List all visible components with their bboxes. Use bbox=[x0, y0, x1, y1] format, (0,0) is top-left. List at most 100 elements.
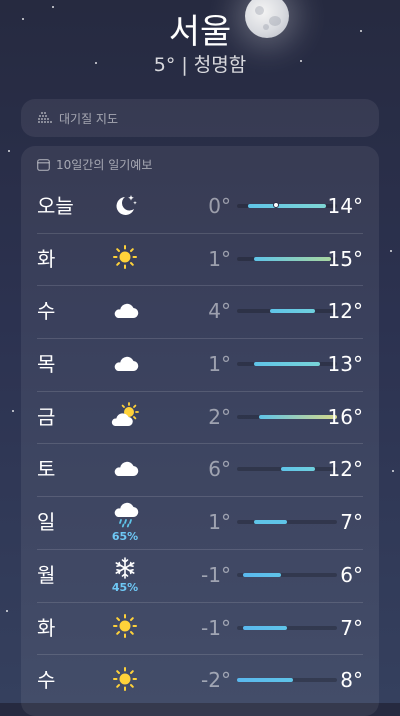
temp-range-bar bbox=[237, 309, 337, 314]
forecast-header: 10일간의 일기예보 bbox=[37, 156, 152, 173]
star bbox=[12, 410, 14, 412]
low-temp: 1° bbox=[208, 352, 231, 377]
temp-range-bar bbox=[237, 678, 337, 683]
weather-icon-slot bbox=[107, 181, 143, 232]
forecast-row[interactable]: 목 1° 13° bbox=[37, 338, 363, 391]
precipitation-chance: 65% bbox=[111, 530, 139, 544]
high-temp: 14° bbox=[327, 194, 363, 218]
cloud-icon bbox=[111, 353, 139, 377]
day-label: 일 bbox=[37, 510, 56, 535]
temp-range-bar bbox=[237, 414, 337, 419]
temp-range-fill bbox=[237, 678, 293, 683]
forecast-row[interactable]: 금 2° 16° bbox=[37, 390, 363, 444]
low-temp: -2° bbox=[201, 668, 231, 693]
star bbox=[8, 150, 10, 152]
high-temp: 7° bbox=[340, 510, 363, 535]
forecast-row[interactable]: 수 -2° 8° bbox=[37, 654, 363, 707]
precipitation-chance: 45% bbox=[111, 580, 139, 594]
calendar-icon bbox=[37, 158, 50, 171]
forecast-title: 10일간의 일기예보 bbox=[56, 158, 153, 172]
ten-day-forecast-card[interactable]: 10일간의 일기예보 오늘 0° 14° 화 1° 15° 수 4° 12° 목 1° 13° 금 2° 1… bbox=[21, 146, 379, 716]
temp-range-fill bbox=[281, 467, 315, 472]
weather-icon-slot bbox=[107, 444, 143, 495]
forecast-row[interactable]: 일 65% 1° 7° bbox=[37, 496, 363, 549]
star bbox=[6, 610, 8, 612]
temp-range-bar bbox=[237, 362, 337, 367]
weather-icon-slot: 45% bbox=[107, 550, 143, 601]
temp-range-bar bbox=[237, 625, 337, 630]
temp-range-fill bbox=[248, 204, 326, 208]
weather-icon-slot bbox=[107, 339, 143, 390]
star bbox=[392, 470, 394, 472]
cloud-icon bbox=[111, 458, 139, 482]
high-temp: 6° bbox=[340, 562, 363, 587]
low-temp: 2° bbox=[208, 404, 231, 429]
low-temp: 4° bbox=[208, 299, 231, 324]
day-label: 수 bbox=[37, 299, 56, 324]
star bbox=[52, 6, 54, 8]
low-temp: -1° bbox=[201, 615, 231, 640]
weather-icon-slot bbox=[107, 286, 143, 337]
high-temp: 12° bbox=[327, 299, 363, 324]
day-label: 목 bbox=[37, 352, 56, 377]
day-label: 토 bbox=[37, 457, 56, 482]
forecast-row[interactable]: 화 1° 15° bbox=[37, 232, 363, 286]
temp-range-fill bbox=[270, 309, 315, 314]
temp-range-fill bbox=[253, 256, 332, 261]
temp-range-fill bbox=[242, 625, 287, 630]
sun-icon bbox=[112, 613, 138, 643]
star bbox=[390, 250, 392, 252]
temp-range-fill bbox=[253, 520, 287, 525]
cloud-rain-icon bbox=[111, 502, 139, 532]
forecast-row[interactable]: 화 -1° 7° bbox=[37, 601, 363, 655]
moon-stars-icon bbox=[112, 193, 138, 221]
temp-range-bar bbox=[237, 467, 337, 472]
snowflake-icon bbox=[114, 557, 136, 583]
forecast-row[interactable]: 오늘 0° 14° bbox=[37, 181, 363, 233]
high-temp: 8° bbox=[340, 668, 363, 693]
day-label: 화 bbox=[37, 246, 56, 271]
weather-icon-slot: 65% bbox=[107, 497, 143, 548]
temp-range-fill bbox=[253, 362, 321, 367]
forecast-row[interactable]: 수 4° 12° bbox=[37, 285, 363, 338]
day-label: 수 bbox=[37, 668, 56, 693]
weather-icon-slot bbox=[107, 603, 143, 654]
low-temp: 0° bbox=[208, 194, 231, 218]
low-temp: 6° bbox=[208, 457, 231, 482]
weather-icon-slot bbox=[107, 392, 143, 443]
high-temp: 7° bbox=[340, 615, 363, 640]
current-temp-indicator bbox=[272, 202, 279, 208]
day-label: 금 bbox=[37, 404, 56, 429]
high-temp: 16° bbox=[327, 404, 363, 429]
air-quality-label: 대기질 지도 bbox=[59, 111, 119, 126]
weather-icon-slot bbox=[107, 655, 143, 706]
air-quality-map-card[interactable]: 대기질 지도 bbox=[21, 99, 379, 137]
low-temp: 1° bbox=[208, 246, 231, 271]
high-temp: 15° bbox=[327, 246, 363, 271]
day-label: 오늘 bbox=[37, 194, 74, 218]
forecast-row[interactable]: 월 45% -1° 6° bbox=[37, 548, 363, 602]
temp-range-fill bbox=[259, 414, 337, 419]
temp-range-bar bbox=[237, 520, 337, 525]
low-temp: -1° bbox=[201, 562, 231, 587]
dots-map-icon bbox=[38, 112, 52, 123]
temp-range-bar bbox=[237, 572, 337, 577]
weather-icon-slot bbox=[107, 234, 143, 285]
current-conditions: 5° | 청명함 bbox=[153, 54, 247, 76]
day-label: 월 bbox=[37, 562, 56, 587]
sun-behind-cloud-icon bbox=[109, 402, 141, 432]
high-temp: 12° bbox=[327, 457, 363, 482]
forecast-rows: 오늘 0° 14° 화 1° 15° 수 4° 12° 목 1° 13° 금 2° 16° 토 6° 12° 일 65… bbox=[37, 181, 363, 707]
city-name: 서울 bbox=[168, 12, 232, 52]
day-label: 화 bbox=[37, 615, 56, 640]
sun-icon bbox=[112, 244, 138, 274]
temp-range-bar bbox=[237, 202, 337, 208]
sun-icon bbox=[112, 666, 138, 696]
cloud-icon bbox=[111, 300, 139, 324]
temp-range-bar bbox=[237, 256, 337, 261]
forecast-row[interactable]: 토 6° 12° bbox=[37, 443, 363, 496]
temp-range-fill bbox=[242, 572, 282, 577]
high-temp: 13° bbox=[327, 352, 363, 377]
low-temp: 1° bbox=[208, 510, 231, 535]
location-header: 서울 5° | 청명함 bbox=[0, 12, 400, 78]
